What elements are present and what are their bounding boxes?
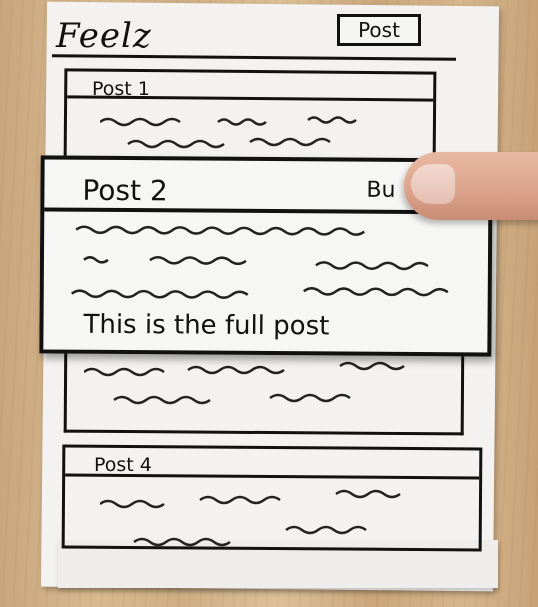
post-card-1-text-scribble xyxy=(100,116,357,149)
fingernail xyxy=(411,164,455,204)
post-card-1-title: Post 1 xyxy=(92,78,150,100)
expanded-post-text-scribble xyxy=(70,225,449,299)
app-title: Feelz xyxy=(56,16,152,56)
expanded-post-action-button[interactable]: Bu xyxy=(366,178,395,203)
expanded-post-full-text: This is the full post xyxy=(83,309,330,342)
new-post-button[interactable]: Post xyxy=(337,14,421,46)
post-card-4-text-scribble xyxy=(100,489,401,547)
post-card-4-title: Post 4 xyxy=(94,454,152,476)
expanded-post-title: Post 2 xyxy=(82,173,168,208)
post-card-3-text-scribble xyxy=(84,361,405,405)
